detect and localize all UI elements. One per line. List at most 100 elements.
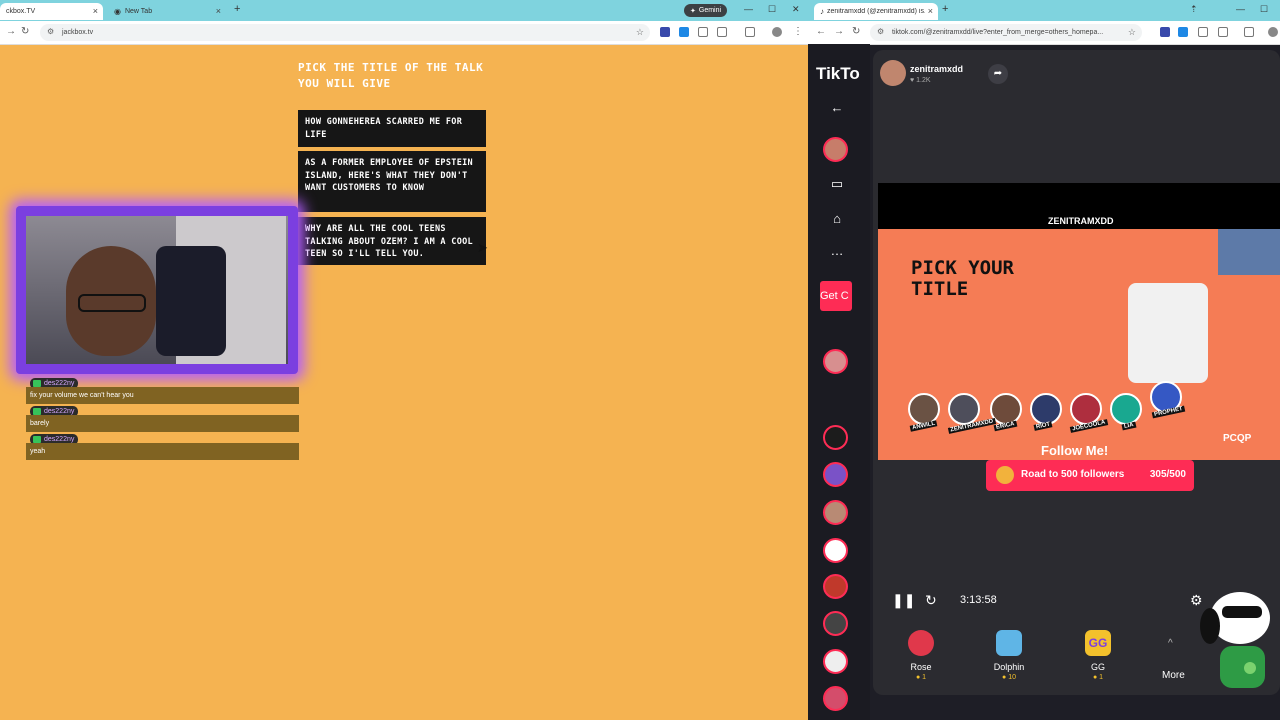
goal-progress: 305/500 [1149,469,1186,480]
menu-dots-icon[interactable]: ⋮ [793,26,803,37]
gift-gg[interactable]: GG GG ● 1 [1073,630,1123,681]
chat-badge-icon [33,408,41,415]
profile-avatar-icon[interactable] [772,27,782,37]
host-likes-count: 1.2K [916,77,931,84]
close-tab-icon[interactable]: × [928,6,933,16]
host-name[interactable]: zenitramxdd [910,64,963,74]
tab-tiktok[interactable]: ♪ zenitramxdd (@zenitramxdd) is... × [814,3,938,20]
stream-brand: PCQP [1223,433,1252,444]
tiktok-favicon-icon: ♪ [820,7,824,16]
minimize-icon[interactable]: — [744,4,753,14]
live-creator-avatar[interactable] [823,574,848,599]
title-choice-button[interactable]: WHY ARE ALL THE COOL TEENS TALKING ABOUT… [298,217,486,265]
extension-icon[interactable] [679,27,689,37]
live-creator-avatar[interactable] [823,425,848,450]
chat-user-text: des222ny [44,436,75,443]
chat-message: fix your volume we can't hear you [26,387,299,404]
extension-icon[interactable] [698,27,708,37]
live-creator-avatar[interactable] [823,462,848,487]
home-icon[interactable]: ⌂ [828,210,846,228]
live-camera-icon[interactable]: ▭ [828,175,846,193]
maximize-icon[interactable]: ☐ [1260,4,1268,15]
dolphin-icon [996,630,1022,656]
refresh-icon[interactable]: ↻ [925,592,937,609]
more-dots-icon[interactable]: … [828,242,846,260]
host-likes: ♥ 1.2K [910,77,931,84]
forward-icon[interactable]: → [6,26,16,37]
back-icon[interactable]: ← [816,26,826,37]
stream-robot-graphic [1128,283,1208,383]
maximize-icon[interactable]: ☐ [768,4,776,15]
stream-streamer-label: ZENITRAMXDD [1048,216,1114,226]
live-stream-video[interactable]: ZENITRAMXDD PICK YOUR TITLE ANWILL ZENIT… [878,183,1280,460]
extension-icon[interactable] [1178,27,1188,37]
more-gifts-button[interactable]: More [1162,670,1185,681]
close-window-icon[interactable]: ✕ [792,4,800,15]
address-bar[interactable]: ⚙ tiktok.com/@zenitramxdd/live?enter_fro… [870,24,1142,41]
minimize-icon[interactable]: — [1236,4,1245,14]
live-creator-avatar[interactable] [823,611,848,636]
chat-badge-icon [33,436,41,443]
get-coins-label: Get C [820,290,849,302]
live-creator-avatar[interactable] [823,349,848,374]
gemini-label: Gemini [698,7,722,14]
extension-icon[interactable] [1198,27,1208,37]
url-text: jackbox.tv [62,29,94,36]
gift-cost: ● 1 [896,674,946,681]
tab-new-tab[interactable]: ◉ New Tab × [108,3,226,20]
live-creator-avatar[interactable] [823,500,848,525]
get-coins-button[interactable]: Get C [820,281,852,311]
stream-facecam [1218,229,1280,275]
globe-icon: ◉ [114,7,121,16]
tab-strip: ckbox.TV × ◉ New Tab × + ✦ Gemini — ☐ ✕ [0,0,808,21]
tab-strip: ♪ zenitramxdd (@zenitramxdd) is... × + ⇡… [808,0,1280,21]
reload-icon[interactable]: ↻ [21,26,29,37]
snoopy-sticker [1200,592,1270,688]
pause-icon[interactable]: ❚❚ [892,592,915,609]
live-creator-avatar[interactable] [823,686,848,711]
gift-cost-value: 1 [1099,674,1104,681]
host-avatar[interactable] [880,60,906,86]
live-creator-avatar[interactable] [823,649,848,674]
forward-icon[interactable]: → [834,26,844,37]
share-icon[interactable]: ➦ [988,64,1008,84]
site-info-icon[interactable]: ⚙ [47,27,54,36]
gift-rose[interactable]: Rose ● 1 [896,630,946,681]
new-tab-plus-icon[interactable]: + [942,3,948,15]
site-info-icon[interactable]: ⚙ [877,27,884,36]
back-arrow-icon[interactable]: ← [828,99,846,117]
gemini-button[interactable]: ✦ Gemini [684,4,728,17]
split-view-icon[interactable] [745,27,755,37]
title-choice-button[interactable]: HOW GONNEHEREA SCARRED ME FOR LIFE [298,110,486,147]
webcam-frame [26,216,288,364]
follower-goal-bar[interactable]: Road to 500 followers 305/500 [986,460,1194,491]
tab-jackbox[interactable]: ckbox.TV × [0,3,103,20]
reload-icon[interactable]: ↻ [852,26,860,37]
sidebar-avatar[interactable] [823,137,848,162]
player-avatar [1030,393,1062,425]
extension-icon[interactable] [660,27,670,37]
close-tab-icon[interactable]: × [93,6,98,16]
split-view-icon[interactable] [1244,27,1254,37]
gg-icon: GG [1085,630,1111,656]
extensions-puzzle-icon[interactable] [717,27,727,37]
tiktok-logo[interactable]: TikTo [816,64,860,84]
bookmark-star-icon[interactable]: ☆ [636,27,644,38]
extension-icon[interactable] [1160,27,1170,37]
live-duration: 3:13:58 [960,594,997,606]
player-avatar [948,393,980,425]
extensions-puzzle-icon[interactable] [1218,27,1228,37]
new-tab-plus-icon[interactable]: + [234,3,240,15]
chevron-up-icon[interactable]: ^ [1168,638,1173,649]
chat-badge-icon [33,380,41,387]
tab-search-icon[interactable]: ⇡ [1190,4,1198,15]
title-choice-button[interactable]: AS A FORMER EMPLOYEE OF EPSTEIN ISLAND, … [298,151,486,212]
address-bar[interactable]: ⚙ jackbox.tv ☆ [40,24,650,41]
profile-avatar-icon[interactable] [1268,27,1278,37]
stream-game-title: PICK YOUR TITLE [911,257,1014,300]
webcam-overlay [16,206,298,374]
close-tab-icon[interactable]: × [216,6,221,16]
live-creator-avatar[interactable] [823,538,848,563]
bookmark-star-icon[interactable]: ☆ [1128,27,1136,38]
gift-dolphin[interactable]: Dolphin ● 10 [984,630,1034,681]
